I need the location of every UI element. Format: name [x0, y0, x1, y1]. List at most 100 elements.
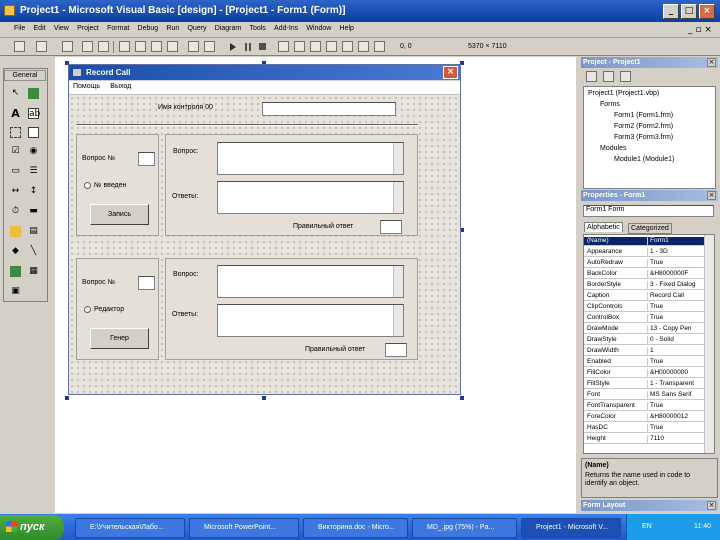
menu-window[interactable]: Window — [303, 22, 334, 32]
view-object-icon[interactable] — [603, 71, 614, 82]
project-explorer-icon[interactable] — [278, 41, 289, 52]
minimize-button[interactable]: _ — [663, 4, 679, 19]
menu-query[interactable]: Query — [184, 22, 209, 32]
find-icon[interactable] — [167, 41, 178, 52]
properties-icon[interactable] — [294, 41, 305, 52]
dirlistbox-tool-icon[interactable] — [10, 226, 21, 237]
object-browser-icon[interactable] — [326, 41, 337, 52]
question-scrollbar-2[interactable] — [393, 266, 403, 297]
property-row[interactable]: DrawStyle 0 - Solid — [584, 336, 706, 345]
pause-icon[interactable] — [245, 43, 251, 51]
answers-scrollbar-1[interactable] — [393, 182, 403, 213]
toggle-folders-icon[interactable] — [620, 71, 631, 82]
taskbar-item-explorer[interactable]: E:\Учительская\Лабо... — [75, 518, 185, 538]
taskbar-item-word[interactable]: Викторина.doc - Micro... — [303, 518, 408, 538]
menu-help[interactable]: Help — [337, 22, 357, 32]
answers-scrollbar-2[interactable] — [393, 305, 403, 336]
tree-node-form1[interactable]: Form1 (Form1.frm) — [614, 112, 673, 119]
data-tool-icon[interactable]: ▦ — [28, 266, 39, 277]
resize-handle-se[interactable] — [460, 396, 464, 400]
command-button-tool-icon[interactable] — [28, 127, 39, 138]
add-project-icon[interactable] — [14, 41, 25, 52]
taskbar-item-powerpoint[interactable]: Microsoft PowerPoint... — [189, 518, 299, 538]
property-row[interactable]: Appearance 1 - 3D — [584, 248, 706, 257]
form-layout-close[interactable]: × — [707, 501, 716, 510]
property-row[interactable]: DrawMode 13 - Copy Pen — [584, 325, 706, 334]
editor-radio[interactable] — [84, 306, 91, 313]
property-row[interactable]: HasDC True — [584, 424, 706, 433]
form-close-button[interactable]: × — [443, 66, 458, 79]
property-value[interactable]: 7110 — [647, 435, 705, 443]
resize-handle-sw[interactable] — [65, 396, 69, 400]
redo-icon[interactable] — [204, 41, 215, 52]
data-view-icon[interactable] — [358, 41, 369, 52]
listbox-tool-icon[interactable]: ☰ — [28, 166, 39, 177]
menu-diagram[interactable]: Diagram — [212, 22, 244, 32]
tab-categorized[interactable]: Categorized — [628, 223, 672, 234]
menu-format[interactable]: Format — [104, 22, 132, 32]
timer-tool-icon[interactable]: ⏱ — [10, 206, 21, 217]
property-value[interactable]: MS Sans Serif — [647, 391, 705, 399]
language-indicator[interactable]: EN — [642, 523, 652, 530]
property-value[interactable]: True — [647, 358, 705, 366]
undo-icon[interactable] — [188, 41, 199, 52]
project-explorer-close[interactable]: × — [707, 58, 716, 67]
hscrollbar-tool-icon[interactable]: ↔ — [10, 186, 21, 197]
property-value[interactable]: Record Call — [647, 292, 705, 300]
toolbox-icon[interactable] — [342, 41, 353, 52]
property-value[interactable]: &H8000000F — [647, 270, 705, 278]
drivelistbox-tool-icon[interactable]: ▬ — [28, 206, 39, 217]
pointer-tool-icon[interactable]: ↖ — [10, 88, 21, 99]
add-form-icon[interactable] — [36, 41, 47, 52]
property-value[interactable]: True — [647, 402, 705, 410]
form-menu-exit[interactable]: Выход — [106, 81, 135, 92]
question-textarea-2[interactable] — [217, 265, 404, 298]
property-row[interactable]: Height 7110 — [584, 435, 706, 444]
property-row[interactable]: FontTransparent True — [584, 402, 706, 411]
property-value[interactable]: &H00000000 — [647, 369, 705, 377]
form-layout-icon[interactable] — [310, 41, 321, 52]
option-button-tool-icon[interactable]: ◉ — [28, 146, 39, 157]
maximize-button[interactable]: □ — [681, 4, 697, 19]
tree-node-project[interactable]: Project1 (Project1.vbp) — [588, 90, 659, 97]
property-row[interactable]: FillColor &H00000000 — [584, 369, 706, 378]
vscrollbar-tool-icon[interactable]: ↕ — [28, 186, 39, 197]
paste-icon[interactable] — [151, 41, 162, 52]
open-icon[interactable] — [82, 41, 93, 52]
menu-file[interactable]: File — [0, 22, 28, 32]
object-selector[interactable]: Form1 Form — [583, 205, 714, 217]
component-manager-icon[interactable] — [374, 41, 385, 52]
property-value[interactable]: 1 - 3D — [647, 248, 705, 256]
property-value[interactable]: Form1 — [647, 237, 705, 245]
right-answer-input-1[interactable] — [380, 220, 402, 234]
right-answer-input-2[interactable] — [385, 343, 407, 357]
tab-alphabetic[interactable]: Alphabetic — [584, 222, 623, 232]
answers-textarea-2[interactable] — [217, 304, 404, 337]
menu-edit[interactable]: Edit — [31, 22, 49, 32]
property-row[interactable]: BackColor &H8000000F — [584, 270, 706, 279]
generate-button[interactable]: Генер — [90, 328, 149, 349]
property-value[interactable]: True — [647, 259, 705, 267]
taskbar-item-vb[interactable]: Project1 - Microsoft V... — [521, 518, 621, 538]
ole-tool-icon[interactable]: ▣ — [10, 286, 21, 297]
mdi-window-controls[interactable]: _ ▫ × — [688, 25, 712, 35]
stop-icon[interactable] — [259, 43, 266, 50]
property-value[interactable]: True — [647, 314, 705, 322]
property-row[interactable]: ClipControls True — [584, 303, 706, 312]
question-number-input-1[interactable] — [138, 152, 155, 166]
properties-scrollbar[interactable] — [704, 235, 714, 453]
property-value[interactable]: True — [647, 303, 705, 311]
picturebox-tool-icon[interactable] — [28, 88, 39, 99]
question-number-input-2[interactable] — [138, 276, 155, 290]
cut-icon[interactable] — [119, 41, 130, 52]
property-row[interactable]: ForeColor &H80000012 — [584, 413, 706, 422]
taskbar-item-paint[interactable]: MD_.jpg (75%) - Pa... — [412, 518, 517, 538]
property-row[interactable]: AutoRedraw True — [584, 259, 706, 268]
property-value[interactable]: 13 - Copy Pen — [647, 325, 705, 333]
save-record-button[interactable]: Запись — [90, 204, 149, 225]
tree-node-form2[interactable]: Form2 (Form2.frm) — [614, 123, 673, 130]
property-value[interactable]: 3 - Fixed Dialog — [647, 281, 705, 289]
save-icon[interactable] — [98, 41, 109, 52]
copy-icon[interactable] — [135, 41, 146, 52]
resize-handle-s[interactable] — [262, 396, 266, 400]
